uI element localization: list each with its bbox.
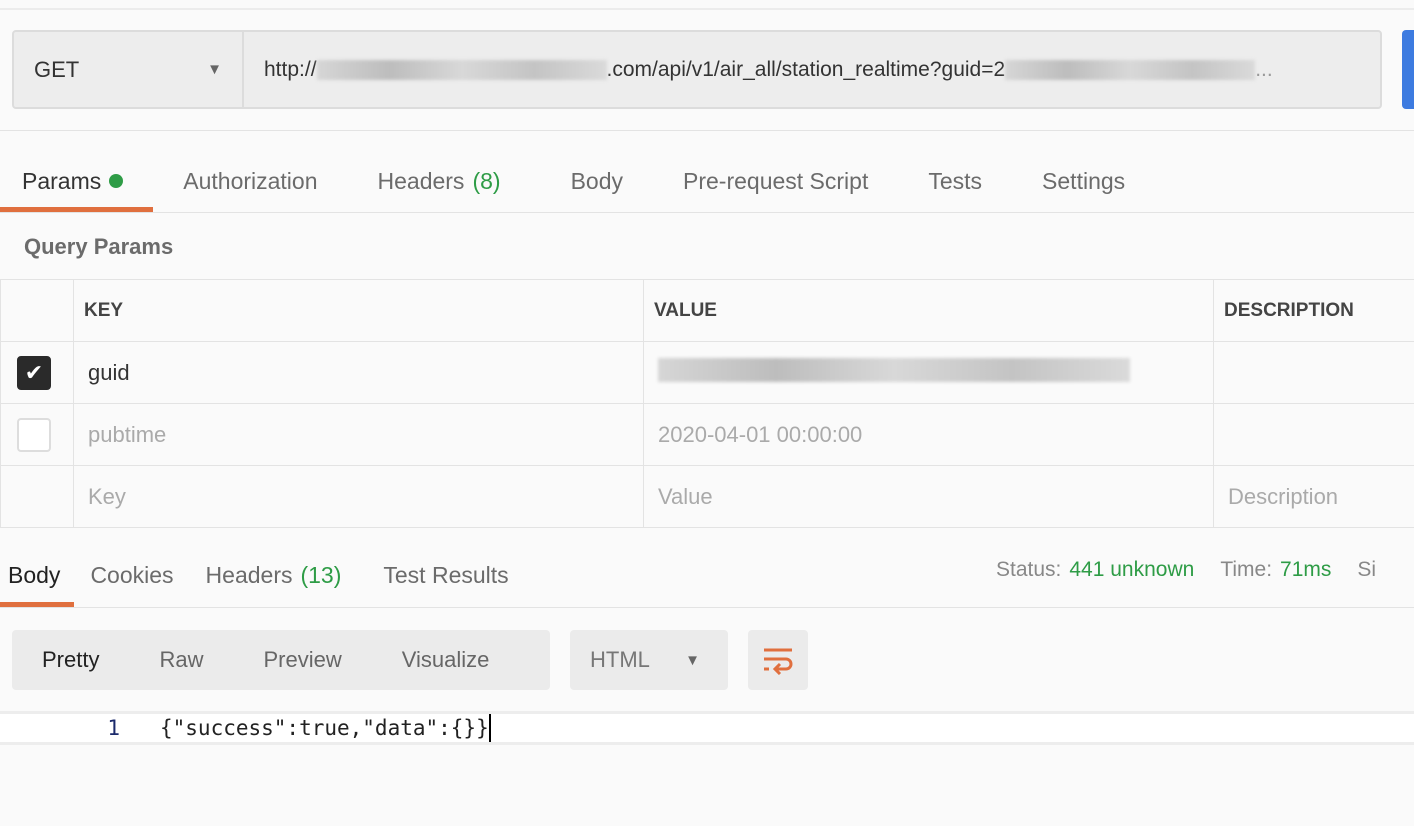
active-dot-icon — [109, 174, 124, 188]
tab-label: Test Results — [383, 561, 509, 588]
redacted-host — [316, 59, 607, 80]
tab-pre-request-script[interactable]: Pre-request Script — [653, 150, 898, 212]
tab-label: Headers — [377, 167, 465, 194]
url-input[interactable]: http:// .com/api/v1/air_all/station_real… — [244, 58, 1273, 82]
send-button[interactable] — [1402, 30, 1414, 109]
table-row-new: Key Value Description — [0, 465, 1414, 528]
tab-label: Cookies — [90, 561, 174, 588]
tab-label: Body — [8, 561, 61, 588]
checkbox-unchecked[interactable] — [17, 417, 51, 452]
time-value: 71ms — [1280, 558, 1332, 581]
response-tab-cookies[interactable]: Cookies — [74, 543, 189, 607]
url-prefix: http:// — [264, 57, 317, 81]
response-body-text: {"success":true,"data":{}} — [160, 716, 489, 740]
table-row: ✔ guid — [0, 341, 1414, 404]
wrap-icon — [764, 648, 793, 675]
headers-count: (8) — [472, 167, 501, 194]
tab-label: Headers — [205, 561, 293, 588]
col-description: DESCRIPTION — [1213, 279, 1414, 342]
headers-count: (13) — [300, 561, 342, 588]
format-label: HTML — [590, 647, 650, 672]
response-tab-test-results[interactable]: Test Results — [357, 543, 524, 607]
view-mode-group: Pretty Raw Preview Visualize — [12, 630, 550, 690]
view-preview[interactable]: Preview — [233, 647, 371, 673]
status-value: 441 unknown — [1069, 558, 1195, 581]
response-body-editor[interactable]: 1 {"success":true,"data":{}} — [0, 711, 1414, 745]
tab-authorization[interactable]: Authorization — [153, 150, 347, 212]
param-value[interactable] — [643, 341, 1214, 404]
view-raw[interactable]: Raw — [129, 647, 233, 673]
tab-label: Tests — [928, 167, 983, 194]
tab-params[interactable]: Params — [0, 150, 154, 212]
caret-down-icon: ▼ — [685, 651, 700, 669]
response-meta: Status: 441 unknown Time: 71ms Si — [996, 558, 1376, 582]
divider — [0, 212, 1414, 213]
caret-down-icon: ▼ — [207, 61, 222, 78]
param-value[interactable]: 2020-04-01 00:00:00 — [643, 403, 1214, 466]
format-select[interactable]: HTML ▼ — [570, 630, 728, 690]
description-placeholder[interactable]: Description — [1213, 465, 1414, 528]
table-header: KEY VALUE DESCRIPTION — [0, 279, 1414, 342]
tab-tests[interactable]: Tests — [898, 150, 1012, 212]
text-cursor — [488, 714, 491, 742]
tab-label: Settings — [1042, 167, 1126, 194]
tab-label: Params — [22, 167, 102, 194]
wrap-lines-button[interactable] — [748, 630, 808, 690]
param-key[interactable]: guid — [73, 341, 644, 404]
divider — [0, 607, 1414, 608]
col-key: KEY — [73, 279, 644, 342]
method-select[interactable]: GET ▼ — [14, 32, 244, 107]
table-row: pubtime 2020-04-01 00:00:00 — [0, 403, 1414, 466]
param-description[interactable] — [1213, 403, 1414, 466]
tab-settings[interactable]: Settings — [1012, 150, 1155, 212]
response-tab-body[interactable]: Body — [0, 543, 75, 607]
status-label: Status: — [996, 558, 1062, 581]
divider — [0, 8, 1414, 10]
response-tabs: Body Cookies Headers (13) Test Results — [0, 543, 525, 607]
line-number: 1 — [107, 716, 120, 740]
tab-label: Body — [570, 167, 623, 194]
url-ellipsis: ... — [1255, 57, 1273, 81]
request-bar: GET ▼ http:// .com/api/v1/air_all/station… — [12, 30, 1382, 109]
checkbox-checked[interactable]: ✔ — [17, 355, 51, 390]
value-placeholder[interactable]: Value — [643, 465, 1214, 528]
time-label: Time: — [1220, 558, 1273, 581]
view-pretty[interactable]: Pretty — [12, 647, 129, 673]
param-description[interactable] — [1213, 341, 1414, 404]
tab-label: Pre-request Script — [683, 167, 869, 194]
view-visualize[interactable]: Visualize — [372, 647, 520, 673]
redacted-value — [658, 357, 1130, 382]
request-tabs: Params Authorization Headers (8) Body Pre… — [0, 150, 1155, 212]
response-tab-headers[interactable]: Headers (13) — [190, 543, 358, 607]
size-label: Si — [1357, 558, 1377, 581]
param-key[interactable]: pubtime — [73, 403, 644, 466]
divider — [0, 130, 1414, 131]
tab-label: Authorization — [183, 167, 318, 194]
url-path: .com/api/v1/air_all/station_realtime?gui… — [606, 57, 1006, 81]
redacted-guid — [1005, 59, 1256, 80]
query-params-title: Query Params — [24, 234, 174, 259]
tab-headers[interactable]: Headers (8) — [348, 150, 531, 212]
col-value: VALUE — [643, 279, 1214, 342]
params-table: KEY VALUE DESCRIPTION ✔ guid pubtime 2020-… — [0, 279, 1414, 528]
key-placeholder[interactable]: Key — [73, 465, 644, 528]
method-label: GET — [34, 56, 80, 82]
tab-body[interactable]: Body — [531, 150, 653, 212]
